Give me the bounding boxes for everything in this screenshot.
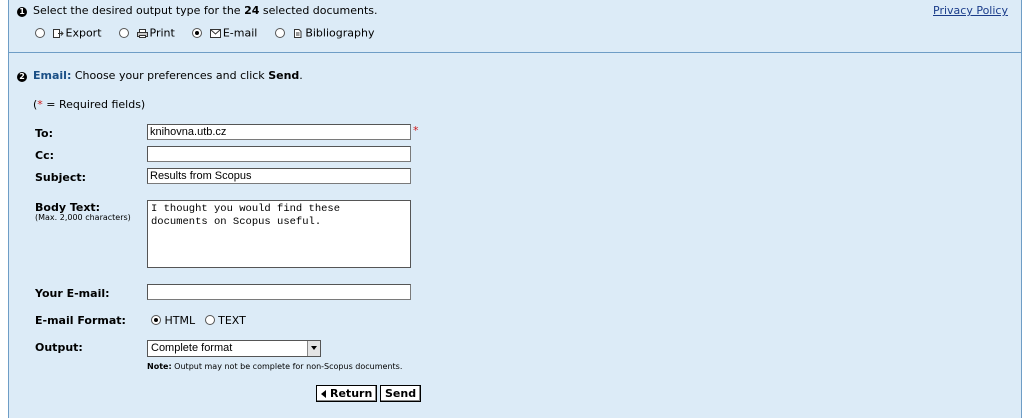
format-html-option[interactable]: HTML <box>151 314 195 327</box>
body-text-line-2: documents on Scopus useful. <box>151 216 322 228</box>
step-2-number: 2 <box>17 72 27 82</box>
output-note-text: Output may not be complete for non-Scopu… <box>171 362 403 371</box>
option-print[interactable]: Print <box>119 26 178 40</box>
format-text-option[interactable]: TEXT <box>204 314 246 327</box>
option-export-label: Export <box>65 26 102 40</box>
step-2-text: Choose your preferences and click <box>71 69 269 82</box>
html-label: HTML <box>164 314 196 327</box>
step-2-send-word: Send <box>268 69 300 82</box>
step-1-instruction: 1 Select the desired output type for the … <box>17 4 378 17</box>
export-icon <box>52 28 64 38</box>
return-button-label: Return <box>330 386 373 400</box>
your-email-label: Your E-mail: <box>35 287 110 300</box>
step-1-text-before: Select the desired output type for the <box>33 4 245 17</box>
section-divider <box>9 52 1021 53</box>
privacy-policy-link[interactable]: Privacy Policy <box>933 4 1008 17</box>
document-icon <box>294 28 302 38</box>
option-email[interactable]: E-mail <box>192 26 261 40</box>
step-2-period: . <box>299 69 303 82</box>
step-1-text-after: selected documents. <box>259 4 378 17</box>
cc-label: Cc: <box>35 149 54 162</box>
chevron-down-icon[interactable] <box>307 341 320 356</box>
output-panel: 1 Select the desired output type for the … <box>8 0 1022 418</box>
subject-field[interactable]: Results from Scopus <box>147 168 411 184</box>
export-radio[interactable] <box>35 28 45 39</box>
to-required-marker: * <box>413 124 419 137</box>
step-2-instruction: 2 Email: Choose your preferences and clic… <box>17 69 303 82</box>
subject-label: Subject: <box>35 171 87 184</box>
output-select[interactable]: Complete format <box>147 340 321 357</box>
body-text-line-1: I thought you would find these <box>151 203 341 215</box>
option-bibliography[interactable]: Bibliography <box>274 26 375 40</box>
html-radio[interactable] <box>151 315 161 325</box>
email-radio[interactable] <box>192 28 203 39</box>
your-email-field[interactable] <box>147 284 411 300</box>
send-button[interactable]: Send <box>380 385 422 402</box>
mail-icon <box>209 28 221 38</box>
to-field[interactable]: knihovna.utb.cz <box>147 124 411 140</box>
email-format-label: E-mail Format: <box>35 314 126 327</box>
required-fields-note: (* = Required fields) <box>33 98 145 111</box>
return-button[interactable]: Return <box>316 385 378 402</box>
text-radio[interactable] <box>204 315 215 325</box>
output-selected-value: Complete format <box>151 342 233 354</box>
print-radio[interactable] <box>119 28 130 39</box>
step-2-heading: Email: <box>33 69 72 82</box>
output-note: Note: Output may not be complete for non… <box>147 362 402 371</box>
output-note-label: Note: <box>147 362 172 371</box>
option-export[interactable]: Export <box>35 26 105 40</box>
selected-count: 24 <box>244 4 260 17</box>
option-print-label: Print <box>149 26 175 40</box>
back-arrow-icon <box>321 389 326 398</box>
step-1-number: 1 <box>17 7 27 17</box>
to-label: To: <box>35 127 53 140</box>
cc-field[interactable] <box>147 146 411 162</box>
text-label: TEXT <box>218 314 246 327</box>
email-format-options: HTML TEXT <box>151 314 246 327</box>
body-text-area[interactable]: I thought you would find these documents… <box>147 200 411 268</box>
output-type-options: Export Print E-mail Bibliography <box>35 26 374 40</box>
body-text-hint: (Max. 2,000 characters) <box>35 213 131 222</box>
option-bibliography-label: Bibliography <box>305 26 375 40</box>
bibliography-radio[interactable] <box>274 28 285 39</box>
required-note-text: = Required fields) <box>42 98 146 111</box>
send-button-label: Send <box>385 386 417 400</box>
option-email-label: E-mail <box>222 26 258 40</box>
print-icon <box>136 28 148 38</box>
output-label: Output: <box>35 341 83 354</box>
